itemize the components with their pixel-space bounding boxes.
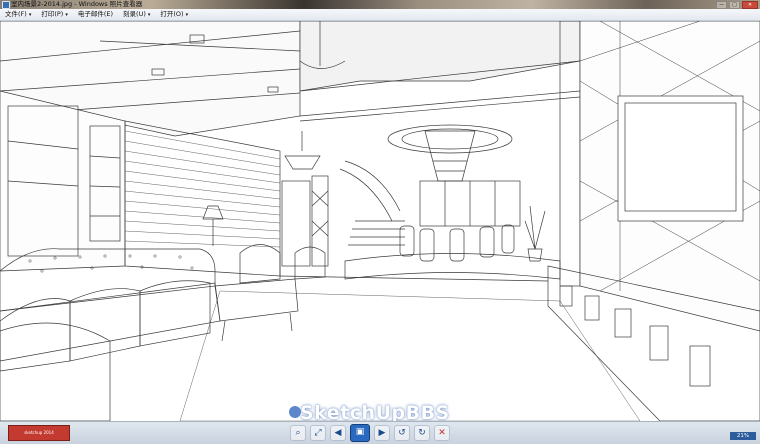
left-wall — [0, 90, 126, 272]
ceiling-recess — [299, 21, 581, 92]
coffee-ottoman — [214, 278, 299, 322]
corridor — [281, 180, 311, 267]
minimize-button[interactable]: — — [716, 1, 727, 9]
ottoman-leg — [221, 320, 226, 342]
window-controls: — □ ✕ — [716, 1, 758, 9]
menu-open-label: 打开(O) — [160, 9, 184, 18]
table-lamp — [202, 205, 224, 246]
chevron-down-icon: ▾ — [147, 11, 151, 18]
mezzanine-edge — [299, 90, 581, 117]
rotate-left-button[interactable]: ↺ — [394, 425, 410, 441]
pendant-light — [284, 155, 321, 170]
menu-file-label: 文件(F) — [5, 9, 27, 18]
title-bar: 室内场景2-2014.jpg - Windows 照片查看器 — □ ✕ — [0, 0, 760, 9]
mezzanine-edge — [299, 96, 581, 122]
staircase-rail — [344, 160, 401, 212]
menu-bar: 文件(F) ▾ 打印(P) ▾ 电子邮件(E) 刻录(U) ▾ 打开(O) ▾ — [0, 9, 760, 21]
menu-print[interactable]: 打印(P) ▾ — [36, 9, 73, 21]
chevron-down-icon: ▾ — [65, 11, 68, 18]
rotate-right-button[interactable]: ↻ — [414, 425, 430, 441]
maximize-button[interactable]: □ — [729, 1, 740, 9]
floor-edge — [279, 275, 549, 282]
sofa-cushion — [69, 288, 141, 362]
ornamental-screen — [311, 175, 329, 267]
menu-file[interactable]: 文件(F) ▾ — [0, 9, 36, 21]
ottoman-leg — [289, 312, 293, 332]
staircase-rail — [339, 168, 393, 222]
sofa-arm — [0, 322, 111, 421]
close-button[interactable]: ✕ — [742, 1, 758, 9]
fit-button[interactable]: ⤢ — [310, 425, 326, 441]
slideshow-button[interactable]: ▣ — [350, 424, 370, 442]
wall-stripes — [124, 130, 281, 248]
dining-chairs — [399, 224, 515, 262]
dining-chandelier — [424, 130, 476, 182]
ceiling-dome-inner — [401, 128, 499, 150]
viewer-controls: ⌕ ⤢ ◀ ▣ ▶ ↺ ↻ ✕ — [290, 424, 450, 442]
delete-button[interactable]: ✕ — [434, 425, 450, 441]
stair-steps — [348, 220, 405, 246]
dining-platform — [344, 253, 561, 280]
menu-burn[interactable]: 刻录(U) ▾ — [118, 9, 155, 21]
menu-print-label: 打印(P) — [41, 9, 64, 18]
menu-burn-label: 刻录(U) — [123, 9, 146, 18]
menu-email[interactable]: 电子邮件(E) — [73, 9, 118, 20]
menu-open[interactable]: 打开(O) ▾ — [155, 9, 193, 21]
living-room-line-rendering — [0, 21, 760, 421]
striped-wall — [124, 120, 281, 277]
wall-tv — [617, 95, 744, 222]
bottom-toolbar: sketchup 2014 ⌕ ⤢ ◀ ▣ ▶ ↺ ↻ ✕ 21% — [0, 421, 760, 444]
image-viewer[interactable] — [0, 21, 760, 421]
menu-email-label: 电子邮件(E) — [77, 10, 114, 18]
next-button[interactable]: ▶ — [374, 425, 390, 441]
potted-plant — [524, 205, 546, 262]
chevron-down-icon: ▾ — [28, 11, 32, 18]
zoom-level: 21% — [730, 432, 756, 440]
zoom-button[interactable]: ⌕ — [290, 425, 306, 441]
previous-button[interactable]: ◀ — [330, 425, 346, 441]
taskbar-thumbnail[interactable]: sketchup 2014 — [8, 425, 70, 441]
chevron-down-icon: ▾ — [185, 11, 189, 18]
armchair — [239, 244, 281, 284]
